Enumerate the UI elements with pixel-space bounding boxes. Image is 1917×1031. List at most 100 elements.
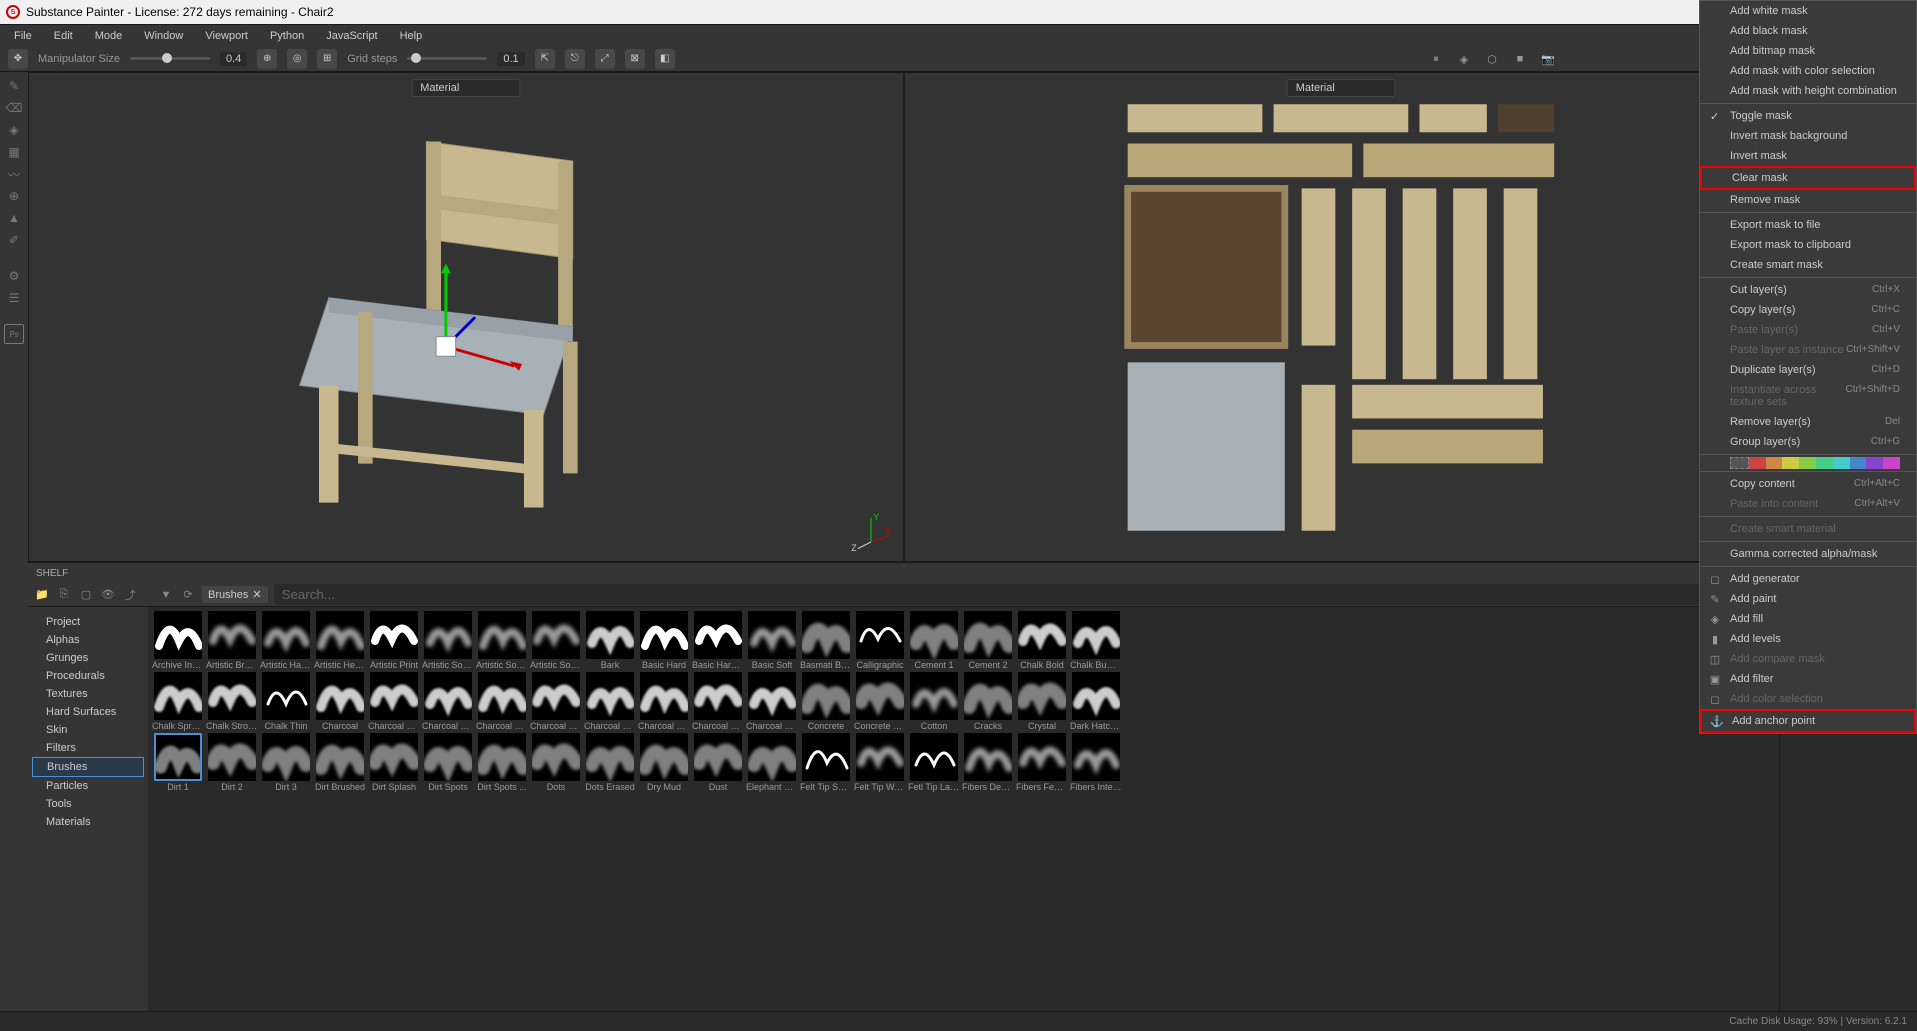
brush-item[interactable]: Artistic Soft ... bbox=[530, 611, 582, 670]
brush-item[interactable]: Basic Hard bbox=[638, 611, 690, 670]
brush-item[interactable]: Charcoal Str... bbox=[692, 672, 744, 731]
brush-item[interactable]: Artistic Brus... bbox=[206, 611, 258, 670]
ctx-group-layer[interactable]: Group layer(s)Ctrl+G bbox=[1700, 432, 1916, 452]
brush-item[interactable]: Dry Mud bbox=[638, 733, 690, 792]
render-icon[interactable]: ◈ bbox=[1455, 50, 1473, 68]
toolbar-icon-4[interactable]: ⊠ bbox=[625, 49, 645, 69]
ctx-add-fill[interactable]: ◈Add fill bbox=[1700, 609, 1916, 629]
ctx-copy-layer[interactable]: Copy layer(s)Ctrl+C bbox=[1700, 300, 1916, 320]
toolbar-icon-3[interactable]: ⤢ bbox=[595, 49, 615, 69]
grid-slider[interactable] bbox=[407, 57, 487, 60]
brush-item[interactable]: Charcoal Fine bbox=[368, 672, 420, 731]
brush-item[interactable]: Dirt Spots bbox=[422, 733, 474, 792]
viewport-3d[interactable]: Material bbox=[28, 72, 904, 562]
brush-item[interactable]: Dirt 3 bbox=[260, 733, 312, 792]
ctx-add-filter[interactable]: ▣Add filter bbox=[1700, 669, 1916, 689]
brush-item[interactable]: Archive Inker bbox=[152, 611, 204, 670]
ps-icon[interactable]: Ps bbox=[4, 324, 24, 344]
ctx-invert-mask[interactable]: Invert mask bbox=[1700, 146, 1916, 166]
brush-item[interactable]: Fibers Dense bbox=[962, 733, 1014, 792]
brush-item[interactable]: Fetl Tip Large bbox=[908, 733, 960, 792]
shelf-cat-procedurals[interactable]: Procedurals bbox=[32, 667, 144, 685]
brush-item[interactable]: Dirt Splash bbox=[368, 733, 420, 792]
ctx-invert-mask-bg[interactable]: Invert mask background bbox=[1700, 126, 1916, 146]
shelf-cat-particles[interactable]: Particles bbox=[32, 777, 144, 795]
import-icon[interactable]: ⎘ bbox=[56, 587, 72, 603]
pause-icon[interactable]: ⏸ bbox=[1427, 50, 1445, 68]
material-tool-icon[interactable]: ▲ bbox=[4, 208, 24, 228]
menu-viewport[interactable]: Viewport bbox=[195, 27, 258, 45]
shelf-cat-alphas[interactable]: Alphas bbox=[32, 631, 144, 649]
menu-python[interactable]: Python bbox=[260, 27, 314, 45]
toolbar-icon-2[interactable]: ⎋ bbox=[565, 49, 585, 69]
brush-item[interactable]: Fibers Interl... bbox=[1070, 733, 1122, 792]
ctx-remove-mask[interactable]: Remove mask bbox=[1700, 190, 1916, 210]
ctx-create-smart-mask[interactable]: Create smart mask bbox=[1700, 255, 1916, 275]
projection-tool-icon[interactable]: ◈ bbox=[4, 120, 24, 140]
shelf-cat-hard-surfaces[interactable]: Hard Surfaces bbox=[32, 703, 144, 721]
ctx-duplicate-layer[interactable]: Duplicate layer(s)Ctrl+D bbox=[1700, 360, 1916, 380]
viewport-3d-mode-dropdown[interactable]: Material bbox=[411, 79, 520, 97]
brush-item[interactable]: Elephant Skin bbox=[746, 733, 798, 792]
shelf-cat-skin[interactable]: Skin bbox=[32, 721, 144, 739]
fill-tool-icon[interactable]: ▦ bbox=[4, 142, 24, 162]
toolbar-icon-5[interactable]: ◧ bbox=[655, 49, 675, 69]
smudge-tool-icon[interactable]: 〰 bbox=[4, 164, 24, 184]
ctx-add-white-mask[interactable]: Add white mask bbox=[1700, 1, 1916, 21]
ctx-remove-layer[interactable]: Remove layer(s)Del bbox=[1700, 412, 1916, 432]
new-icon[interactable]: ▢ bbox=[78, 587, 94, 603]
brush-item[interactable]: Artistic Hea... bbox=[314, 611, 366, 670]
brush-item[interactable]: Dots Erased bbox=[584, 733, 636, 792]
brush-item[interactable]: Artistic Print bbox=[368, 611, 420, 670]
brush-item[interactable]: Cement 2 bbox=[962, 611, 1014, 670]
ctx-add-generator[interactable]: ◻Add generator bbox=[1700, 569, 1916, 589]
ctx-add-height-mask[interactable]: Add mask with height combination bbox=[1700, 81, 1916, 101]
ctx-toggle-mask[interactable]: Toggle mask bbox=[1700, 106, 1916, 126]
ctx-export-mask-clipboard[interactable]: Export mask to clipboard bbox=[1700, 235, 1916, 255]
filter-icon[interactable]: ▼ bbox=[158, 587, 174, 603]
brush-item[interactable]: Chalk Bold bbox=[1016, 611, 1068, 670]
brush-item[interactable]: Charcoal Li... bbox=[422, 672, 474, 731]
ctx-color-tags[interactable] bbox=[1730, 457, 1900, 469]
shelf-cat-tools[interactable]: Tools bbox=[32, 795, 144, 813]
tab-close-icon[interactable]: ✕ bbox=[252, 588, 261, 601]
brush-item[interactable]: Crystal bbox=[1016, 672, 1068, 731]
brush-item[interactable]: Dust bbox=[692, 733, 744, 792]
brush-item[interactable]: Chalk Thin bbox=[260, 672, 312, 731]
video-icon[interactable]: ■ bbox=[1511, 50, 1529, 68]
brush-item[interactable]: Artistic Soft ... bbox=[476, 611, 528, 670]
shelf-cat-brushes[interactable]: Brushes bbox=[32, 757, 144, 777]
grid-tool-icon[interactable]: ⊕ bbox=[257, 49, 277, 69]
manipulator-slider[interactable] bbox=[130, 57, 210, 60]
ctx-cut-layer[interactable]: Cut layer(s)Ctrl+X bbox=[1700, 280, 1916, 300]
grid-display-icon[interactable]: ⊞ bbox=[317, 49, 337, 69]
toolbar-icon-1[interactable]: ⇱ bbox=[535, 49, 555, 69]
clone-tool-icon[interactable]: ⊕ bbox=[4, 186, 24, 206]
menu-help[interactable]: Help bbox=[390, 27, 433, 45]
menu-window[interactable]: Window bbox=[134, 27, 193, 45]
brush-item[interactable]: Fibers Feather bbox=[1016, 733, 1068, 792]
ctx-copy-content[interactable]: Copy contentCtrl+Alt+C bbox=[1700, 474, 1916, 494]
folder-icon[interactable]: 📁 bbox=[34, 587, 50, 603]
eraser-tool-icon[interactable]: ⌫ bbox=[4, 98, 24, 118]
brush-item[interactable]: Dirt Spots ... bbox=[476, 733, 528, 792]
brush-item[interactable]: Charcoal bbox=[314, 672, 366, 731]
brush-item[interactable]: Dirt 1 bbox=[152, 733, 204, 792]
brush-item[interactable]: Dots bbox=[530, 733, 582, 792]
brush-item[interactable]: Charcoal Ra... bbox=[638, 672, 690, 731]
export-icon[interactable]: ⤴ bbox=[122, 587, 138, 603]
ctx-clear-mask[interactable]: Clear mask bbox=[1700, 166, 1916, 190]
brush-item[interactable]: Basic Hard ... bbox=[692, 611, 744, 670]
ctx-gamma-corrected[interactable]: Gamma corrected alpha/mask bbox=[1700, 544, 1916, 564]
brush-item[interactable]: Charcoal M... bbox=[530, 672, 582, 731]
settings-icon[interactable]: ⚙ bbox=[4, 266, 24, 286]
shelf-cat-filters[interactable]: Filters bbox=[32, 739, 144, 757]
picker-tool-icon[interactable]: ✐ bbox=[4, 230, 24, 250]
shelf-cat-materials[interactable]: Materials bbox=[32, 813, 144, 831]
refresh-icon[interactable]: ⟳ bbox=[180, 587, 196, 603]
brush-item[interactable]: Artistic Hair... bbox=[260, 611, 312, 670]
shelf-cat-project[interactable]: Project bbox=[32, 613, 144, 631]
shelf-cat-grunges[interactable]: Grunges bbox=[32, 649, 144, 667]
menu-edit[interactable]: Edit bbox=[44, 27, 83, 45]
brush-item[interactable]: Dark Hatcher bbox=[1070, 672, 1122, 731]
